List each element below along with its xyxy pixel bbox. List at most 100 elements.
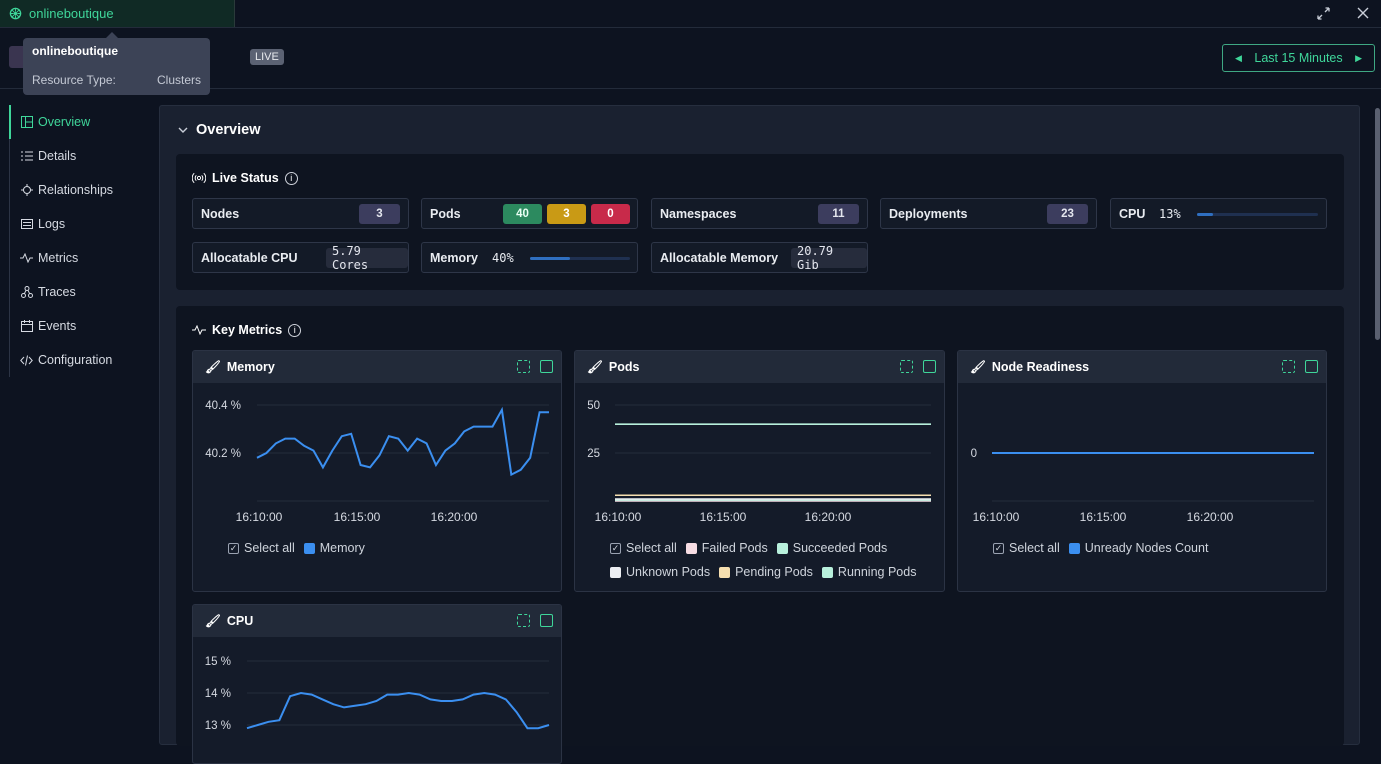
pods-label: Pods — [430, 206, 461, 221]
fullscreen-icon[interactable] — [1282, 360, 1295, 373]
legend-item[interactable]: Unready Nodes Count — [1068, 541, 1208, 555]
legend-label: Memory — [319, 541, 365, 555]
logs-icon — [20, 218, 33, 231]
namespaces-label: Namespaces — [660, 206, 737, 221]
select-all-checkbox[interactable]: ✓ Select all — [228, 541, 295, 555]
legend-item[interactable]: Succeeded Pods — [776, 541, 887, 555]
live-status-label: Live Status — [212, 171, 279, 185]
legend-swatch — [821, 566, 833, 578]
nodes-stat: Nodes 3 — [192, 198, 409, 229]
sidebar-item-relationships[interactable]: Relationships — [10, 173, 149, 207]
cpu-label: CPU — [1119, 206, 1146, 221]
pods-chart: 50 25 16:10:00 16:15:00 16:20:00 — [587, 400, 931, 524]
scrollbar[interactable] — [1375, 108, 1380, 340]
legend-item[interactable]: Unknown Pods — [610, 565, 710, 579]
chat-icon[interactable] — [923, 360, 936, 373]
overview-section: Overview Live Status i Nodes 3 Pods 40 3… — [159, 105, 1360, 764]
sidebar-item-configuration[interactable]: Configuration — [10, 343, 149, 377]
sidebar-item-metrics[interactable]: Metrics — [10, 241, 149, 275]
memory-percent: 40% — [492, 250, 514, 265]
select-all-checkbox[interactable]: ✓ Select all — [610, 541, 677, 555]
legend-item[interactable]: Pending Pods — [719, 565, 813, 579]
memory-chart-header: 🖌 Memory — [193, 351, 561, 383]
sidebar-item-logs[interactable]: Logs — [10, 207, 149, 241]
chevron-left-icon[interactable]: ◀ — [1235, 53, 1242, 64]
chevron-down-icon[interactable] — [178, 127, 188, 134]
node-readiness-chart-title: Node Readiness — [991, 360, 1090, 374]
pods-stat: Pods 40 3 0 — [421, 198, 638, 229]
brush-icon: 🖌 — [970, 359, 986, 374]
brush-icon: 🖌 — [587, 359, 603, 374]
alloc-memory-label: Allocatable Memory — [660, 250, 779, 265]
sidebar-item-label: Details — [38, 149, 77, 163]
chevron-right-icon[interactable]: ▶ — [1355, 53, 1362, 64]
close-icon[interactable] — [1353, 3, 1373, 23]
alloc-cpu-label: Allocatable CPU — [201, 250, 298, 265]
info-icon[interactable]: i — [288, 323, 302, 337]
sidebar-item-overview[interactable]: Overview — [10, 105, 149, 139]
cpu-percent: 13% — [1159, 206, 1181, 221]
node-readiness-legend: ✓ Select all Unready Nodes Count — [993, 541, 1217, 555]
cpu-series-line — [246, 691, 550, 730]
info-icon[interactable]: i — [284, 171, 298, 185]
legend-swatch — [610, 566, 621, 578]
time-range-button[interactable]: ◀ Last 15 Minutes ▶ — [1222, 44, 1375, 72]
cpu-chart-header: 🖌 CPU — [193, 605, 561, 637]
brush-icon: 🖌 — [205, 359, 221, 374]
y-tick-label: 15 % — [205, 656, 231, 668]
cpu-progress-bar — [1197, 213, 1318, 216]
y-tick-label: 50 — [587, 400, 600, 412]
fullscreen-icon[interactable] — [517, 360, 530, 373]
deployments-label: Deployments — [889, 206, 968, 221]
sidebar-item-traces[interactable]: Traces — [10, 275, 149, 309]
memory-label: Memory — [430, 250, 478, 265]
alloc-memory-value: 20.79 Gib — [791, 244, 867, 272]
sidebar-item-label: Metrics — [38, 251, 79, 265]
x-tick-label: 16:15:00 — [334, 510, 381, 524]
node-readiness-chart: 0 16:10:00 16:15:00 16:20:00 — [971, 448, 1314, 524]
pods-chart-card: 🖌 Pods 50 25 16:10:00 16:15:00 16:20:00 ✓ Sel… — [574, 350, 945, 592]
y-tick-label: 40.2 % — [205, 448, 241, 460]
chat-icon[interactable] — [540, 360, 553, 373]
namespaces-count: 11 — [818, 204, 859, 224]
y-tick-label: 25 — [587, 448, 600, 460]
sidebar-item-events[interactable]: Events — [10, 309, 149, 343]
key-metrics-title: Key Metrics i — [192, 323, 302, 337]
expand-icon[interactable] — [1313, 3, 1333, 23]
legend-item[interactable]: Failed Pods — [685, 541, 768, 555]
resource-tooltip: onlineboutique Resource Type: Clusters — [23, 32, 210, 95]
y-tick-label: 40.4 % — [205, 400, 241, 412]
legend-item[interactable]: Memory — [303, 541, 365, 555]
chat-icon[interactable] — [540, 614, 553, 627]
alloc-cpu-stat: Allocatable CPU 5.79 Cores — [192, 242, 409, 273]
cluster-tab[interactable]: onlineboutique — [0, 0, 235, 27]
overview-header[interactable]: Overview — [178, 122, 261, 138]
legend-item[interactable]: Running Pods — [821, 565, 916, 579]
y-tick-label: 0 — [971, 448, 977, 460]
checkbox-checked-icon[interactable]: ✓ — [610, 542, 621, 554]
code-icon — [20, 354, 33, 367]
x-tick-label: 16:10:00 — [973, 510, 1020, 524]
legend-label: Pending Pods — [735, 565, 813, 579]
legend-swatch — [303, 542, 315, 554]
fullscreen-icon[interactable] — [900, 360, 913, 373]
chat-icon[interactable] — [1305, 360, 1318, 373]
select-all-label: Select all — [244, 541, 295, 555]
select-all-checkbox[interactable]: ✓ Select all — [993, 541, 1060, 555]
calendar-icon — [20, 320, 33, 333]
legend-label: Failed Pods — [701, 541, 768, 555]
sidebar: Overview Details Relationships Logs Metr… — [9, 105, 149, 377]
sidebar-item-details[interactable]: Details — [10, 139, 149, 173]
x-tick-label: 16:10:00 — [236, 510, 283, 524]
broadcast-icon — [192, 172, 206, 184]
overview-title: Overview — [196, 122, 261, 138]
cluster-tab-label: onlineboutique — [29, 6, 114, 21]
live-status-panel: Live Status i Nodes 3 Pods 40 3 0 Namesp… — [176, 154, 1344, 290]
x-tick-label: 16:20:00 — [431, 510, 478, 524]
cpu-progress-fill — [1197, 213, 1213, 216]
relationships-icon — [20, 184, 33, 197]
fullscreen-icon[interactable] — [517, 614, 530, 627]
checkbox-checked-icon[interactable]: ✓ — [228, 542, 239, 554]
brush-icon: 🖌 — [205, 613, 221, 628]
checkbox-checked-icon[interactable]: ✓ — [993, 542, 1004, 554]
